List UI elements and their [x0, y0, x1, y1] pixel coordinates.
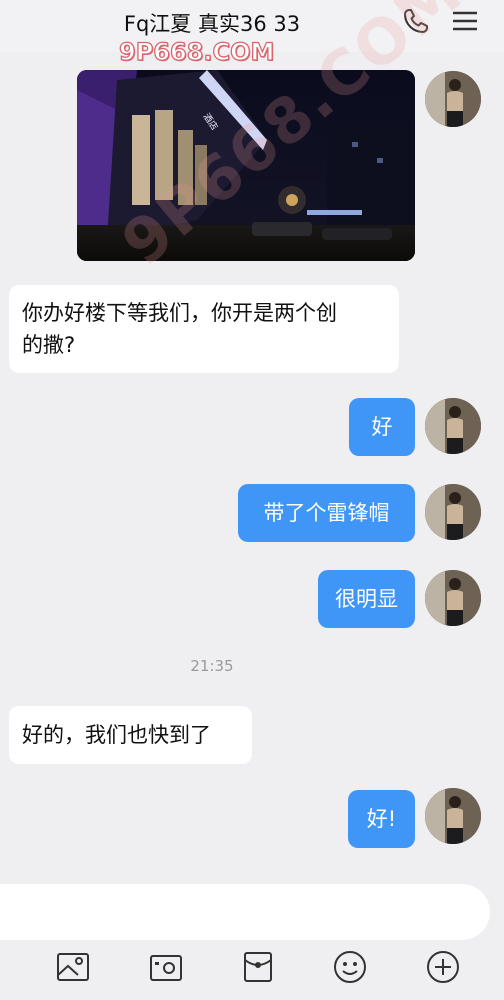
avatar[interactable]	[425, 788, 481, 844]
outgoing-message-bubble[interactable]: 带了个雷锋帽	[238, 484, 415, 542]
avatar[interactable]	[425, 398, 481, 454]
avatar[interactable]	[425, 71, 481, 127]
incoming-message-bubble[interactable]: 好的，我们也快到了	[9, 706, 252, 764]
avatar[interactable]	[425, 484, 481, 540]
message-input[interactable]	[0, 884, 490, 940]
outgoing-message-bubble[interactable]: 好!	[348, 790, 415, 848]
message-timestamp: 21:35	[190, 657, 234, 675]
red-packet-icon[interactable]	[241, 950, 275, 984]
watermark-logo: 9P668.COM	[118, 37, 275, 66]
outgoing-message-bubble[interactable]: 很明显	[318, 570, 415, 628]
avatar[interactable]	[425, 570, 481, 626]
plus-icon[interactable]	[426, 950, 460, 984]
incoming-message-bubble[interactable]: 你办好楼下等我们，你开是两个创 的撒?	[9, 285, 399, 373]
camera-icon[interactable]	[149, 950, 183, 984]
message-text-line1: 你办好楼下等我们，你开是两个创	[22, 301, 337, 325]
emoji-icon[interactable]	[333, 950, 367, 984]
outgoing-message-bubble[interactable]: 好	[349, 398, 415, 456]
image-icon[interactable]	[56, 950, 90, 984]
message-text-line2: 的撒?	[22, 333, 76, 357]
